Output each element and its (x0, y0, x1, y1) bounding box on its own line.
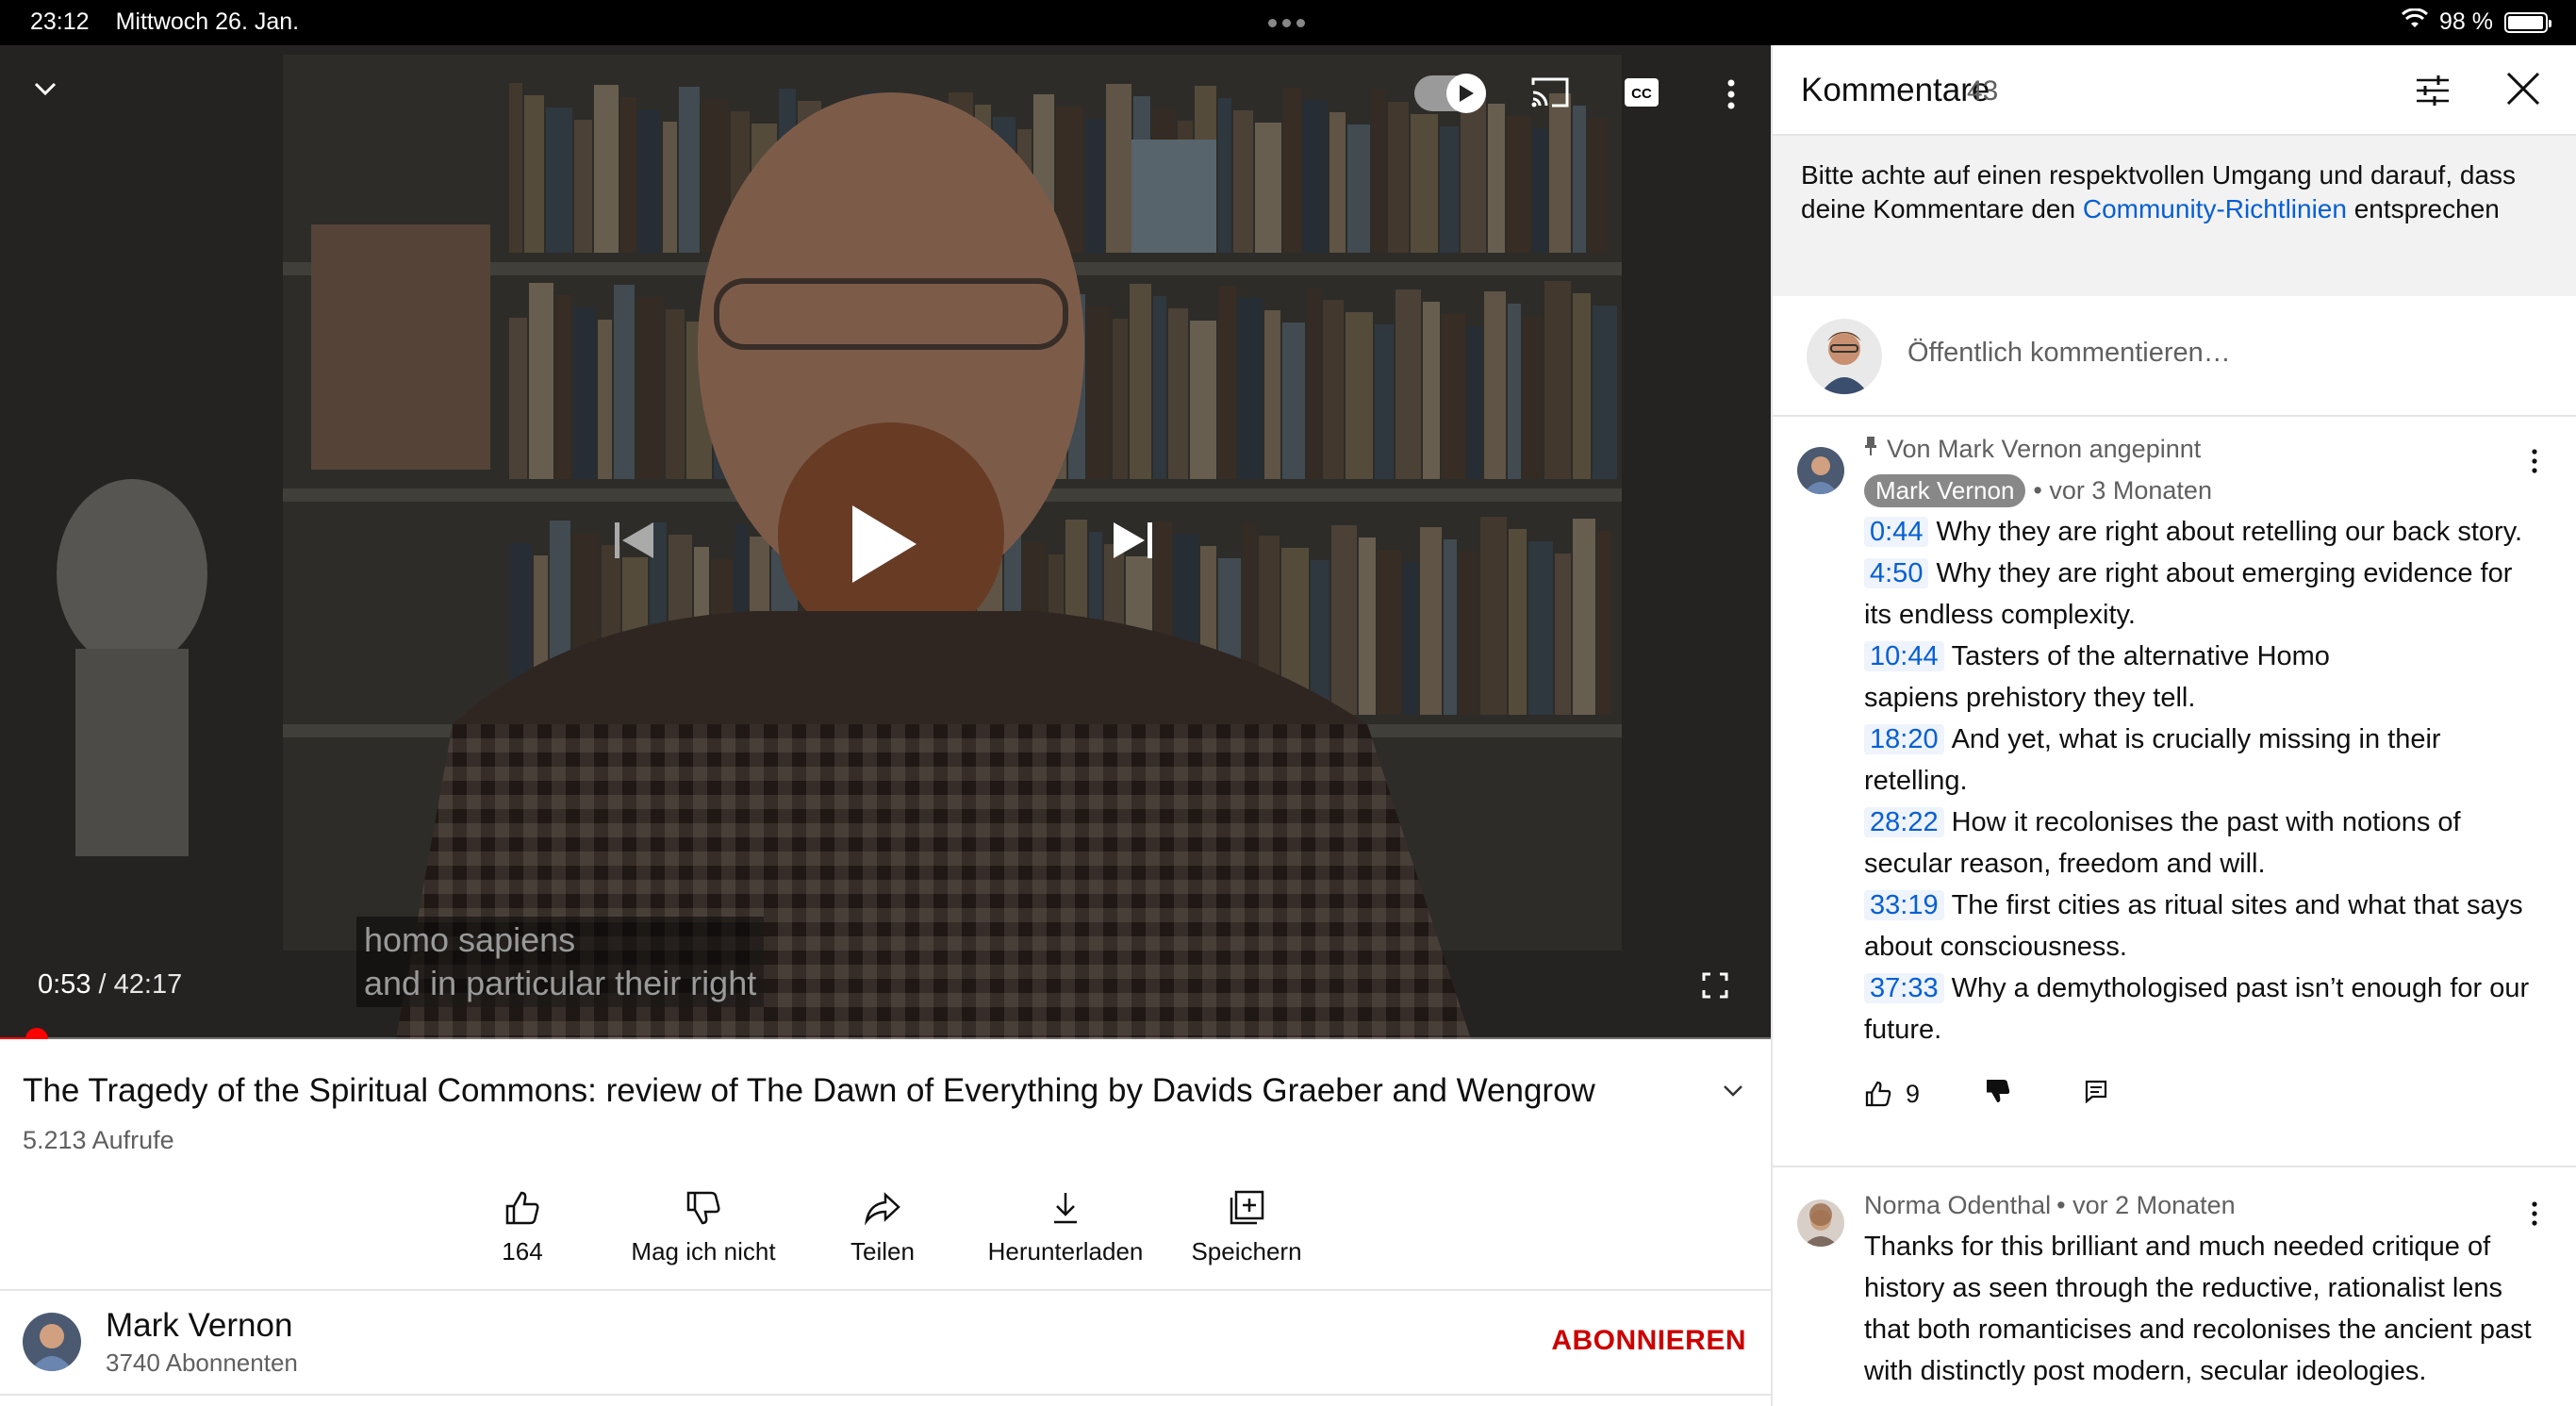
comments-title: Kommentare (1801, 72, 1990, 108)
user-avatar (1807, 319, 1882, 394)
chevron-down-icon[interactable] (1718, 1075, 1748, 1110)
chapter-item: 28:22 How it recolonises the past with no… (1864, 807, 2461, 879)
dislike-button[interactable]: Mag ich nicht (600, 1186, 807, 1266)
timestamp-link[interactable]: 4:50 (1864, 558, 1929, 588)
timestamp-link[interactable]: 18:20 (1864, 724, 1944, 754)
more-icon[interactable] (1722, 75, 1741, 113)
save-button[interactable]: Speichern (1143, 1186, 1350, 1266)
chapter-item: 0:44 Why they are right about retelling o… (1864, 511, 2543, 553)
divider (1773, 1166, 2576, 1167)
fullscreen-icon[interactable] (1701, 971, 1729, 1000)
timestamp-link[interactable]: 28:22 (1864, 807, 1944, 837)
comment-input[interactable]: Öffentlich kommentieren… (1907, 338, 2231, 369)
subscriber-count: 3740 Abonnenten (106, 1348, 298, 1377)
comment-age: • vor 3 Monaten (2033, 475, 2212, 505)
reply-button[interactable] (2084, 1079, 2108, 1110)
timestamp-link[interactable]: 0:44 (1864, 517, 1929, 547)
comment-actions: 9 (1864, 1075, 2543, 1113)
svg-text:CC: CC (1631, 86, 1652, 102)
divider (0, 1289, 1771, 1291)
next-icon[interactable] (1109, 519, 1156, 562)
channel-avatar[interactable] (23, 1313, 81, 1371)
cc-icon[interactable]: CC (1624, 77, 1660, 108)
view-count: 5.213 Aufrufe (23, 1126, 174, 1154)
chapter-item: 37:33 Why a demythologised past isn’t eno… (1864, 973, 2530, 1045)
channel-name[interactable]: Mark Vernon (106, 1307, 292, 1345)
subscribe-button[interactable]: ABONNIEREN (1551, 1325, 1746, 1357)
subtitle-caption: homo sapiens and in particular their rig… (356, 917, 765, 1007)
status-bar: 23:12 Mittwoch 26. Jan. 98 % (0, 0, 2576, 45)
thumbs-down-icon (1987, 1079, 2010, 1102)
battery-icon (2504, 11, 2551, 33)
community-notice: Bitte achte auf einen respektvollen Umga… (1773, 136, 2576, 296)
comment-text: Thanks for this brilliant and much neede… (1864, 1232, 2532, 1386)
timestamp-link[interactable]: 37:33 (1864, 973, 1944, 1003)
divider (0, 1394, 1771, 1396)
play-icon[interactable] (845, 502, 920, 587)
chapter-item: 4:50 Why they are right about emerging ev… (1864, 558, 2513, 630)
comment-author[interactable]: Norma Odenthal (1864, 1191, 2051, 1220)
chapter-item: 33:19 The first cities as ritual sites an… (1864, 890, 2523, 962)
add-comment-row[interactable]: Öffentlich kommentieren… (1773, 296, 2576, 417)
close-icon[interactable] (2504, 70, 2542, 112)
autoplay-toggle[interactable] (1414, 74, 1486, 113)
timestamp-link[interactable]: 10:44 (1864, 641, 1944, 671)
timestamp-link[interactable]: 33:19 (1864, 890, 1944, 920)
like-button[interactable]: 164 (419, 1186, 626, 1266)
pin-icon (1864, 435, 1877, 464)
pinned-label: Von Mark Vernon angepinnt (1864, 432, 2543, 466)
comment-avatar[interactable] (1797, 447, 1844, 494)
battery-percent: 98 % (2439, 8, 2493, 35)
comment-text: 0:44 Why they are right about retelling o… (1864, 511, 2543, 1050)
status-date: Mittwoch 26. Jan. (115, 8, 300, 35)
thumbs-up-icon (419, 1186, 626, 1230)
chapter-item: 18:20 And yet, what is crucially missing … (1864, 724, 2441, 796)
add-to-playlist-icon (1143, 1186, 1350, 1230)
comment-avatar[interactable] (1797, 1199, 1844, 1247)
thumbs-up-icon (1865, 1081, 1891, 1107)
comment-dislike-button[interactable] (1984, 1077, 2012, 1112)
previous-icon[interactable] (611, 519, 658, 562)
thumbs-down-icon (600, 1186, 807, 1230)
download-button[interactable]: Herunterladen (962, 1186, 1169, 1266)
comment-like-count: 9 (1906, 1079, 1921, 1108)
wifi-icon (2401, 8, 2429, 36)
share-button[interactable]: Teilen (779, 1186, 986, 1266)
play-icon (1446, 74, 1486, 113)
comments-panel: Kommentare 43 Bitte achte auf einen resp… (1771, 45, 2576, 1406)
cast-icon[interactable] (1529, 74, 1571, 111)
time-display: 0:53 / 42:17 (38, 969, 183, 1000)
comment-author[interactable]: Mark Vernon (1864, 473, 2026, 507)
comment-age: • vor 2 Monaten (2056, 1190, 2236, 1219)
video-player[interactable]: CC homo sapiens and in particular their … (0, 45, 1771, 1039)
progress-bar[interactable] (0, 1028, 1771, 1039)
status-time: 23:12 (30, 8, 90, 35)
video-title[interactable]: The Tragedy of the Spiritual Commons: re… (23, 1072, 1701, 1110)
community-guidelines-link[interactable]: Community-Richtlinien (2083, 194, 2347, 223)
chevron-down-icon[interactable] (28, 72, 62, 106)
share-icon (779, 1186, 986, 1230)
chapter-item: 10:44 Tasters of the alternative Homo sap… (1864, 641, 2330, 713)
multitasking-dots-icon[interactable] (1268, 19, 1305, 27)
sort-filter-icon[interactable] (2414, 72, 2452, 114)
download-icon (962, 1186, 1169, 1230)
comments-count: 43 (1967, 75, 1999, 107)
reply-icon (2085, 1080, 2107, 1103)
comment-like-button[interactable]: 9 (1864, 1080, 1920, 1109)
action-bar: 164 Mag ich nicht Teilen Herunterladen S… (0, 1186, 1771, 1265)
comments-header: Kommentare 43 (1773, 45, 2576, 136)
